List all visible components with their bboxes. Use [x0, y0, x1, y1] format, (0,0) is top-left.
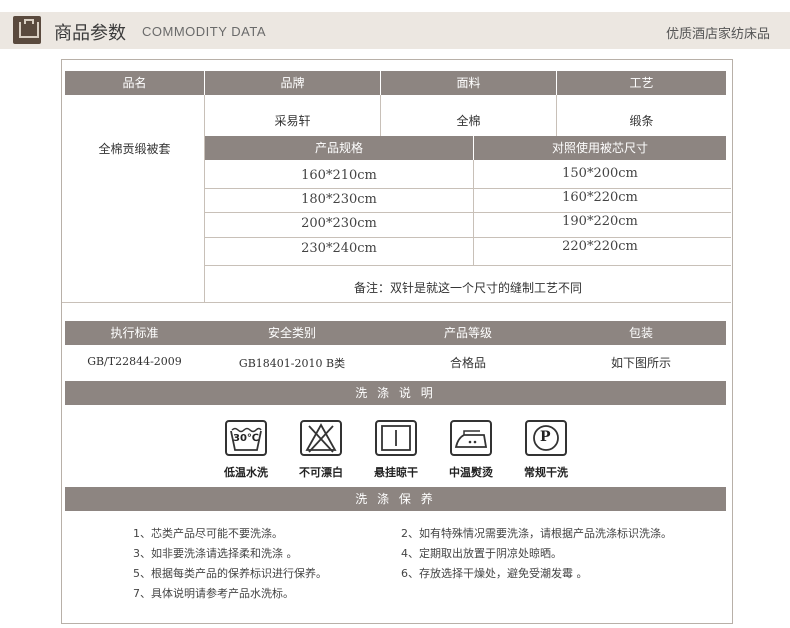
page-title: 商品参数: [54, 23, 126, 44]
icon-label: 低温水洗: [224, 466, 268, 479]
wash-temp-text: 30℃: [233, 433, 260, 444]
hang-dry-icon: [375, 420, 417, 456]
size-cell: 220*220cm: [562, 239, 638, 254]
dry-clean-letter: P: [540, 429, 551, 445]
product-name-value: 全棉贡缎被套: [98, 142, 171, 156]
divider: [205, 237, 731, 238]
standard-value: GB/T22844-2009: [87, 355, 182, 368]
size-cell: 180*230cm: [301, 192, 377, 207]
size-cell: 160*210cm: [301, 168, 377, 183]
icon-label: 常规干洗: [524, 466, 568, 479]
care-note: 3、如非要洗涤请选择柔和洗涤 。: [133, 547, 298, 560]
wash-section-title: 洗 涤 说 明: [65, 381, 726, 405]
fabric-value: 全棉: [456, 114, 481, 128]
header-safety: 安全类别: [204, 321, 380, 345]
care-section-title: 洗 涤 保 养: [65, 487, 726, 511]
header-fabric: 面料: [381, 71, 556, 95]
care-note: 5、根据每类产品的保养标识进行保养。: [133, 567, 327, 580]
icon-label: 悬挂晾干: [374, 466, 418, 479]
header-product-name: 品名: [65, 71, 204, 95]
header-tagline: 优质酒店家纺床品: [665, 27, 770, 42]
size-cell: 160*220cm: [562, 190, 638, 205]
size-cell: 230*240cm: [301, 241, 377, 256]
grade-value: 合格品: [449, 356, 486, 370]
wash-30-icon: 30℃: [225, 420, 267, 456]
header-product-size: 产品规格: [205, 136, 473, 160]
icon-label: 中温熨烫: [449, 466, 493, 479]
dry-clean-p-icon: P: [525, 420, 567, 456]
header-craft: 工艺: [557, 71, 726, 95]
brand-value: 采易轩: [274, 114, 311, 128]
size-cell: 200*230cm: [301, 216, 377, 231]
header-quilt-size: 对照使用被芯尺寸: [474, 136, 726, 160]
header-package: 包装: [556, 321, 726, 345]
divider: [205, 212, 731, 213]
icon-label: 不可漂白: [299, 466, 343, 479]
craft-value: 缎条: [629, 114, 654, 128]
size-cell: 150*200cm: [562, 166, 638, 181]
divider: [62, 302, 731, 303]
size-cell: 190*220cm: [562, 214, 638, 229]
header-brand: 品牌: [205, 71, 380, 95]
care-note: 4、定期取出放置于阴凉处晾晒。: [401, 547, 562, 560]
page-subtitle: COMMODITY DATA: [142, 24, 266, 39]
remark: 备注：双针是就这一个尺寸的缝制工艺不同: [353, 281, 582, 295]
package-value: 如下图所示: [610, 356, 671, 370]
care-note: 2、如有特殊情况需要洗涤，请根据产品洗涤标识洗涤。: [401, 527, 672, 540]
divider: [205, 265, 731, 266]
care-note: 7、具体说明请参考产品水洗标。: [133, 587, 294, 600]
header-grade: 产品等级: [380, 321, 556, 345]
care-note: 6、存放选择干燥处，避免受潮发霉 。: [401, 567, 588, 580]
safety-value: GB18401-2010 B类: [238, 357, 346, 370]
iron-medium-icon: [450, 420, 492, 456]
logo-icon: [13, 16, 41, 44]
divider: [205, 188, 731, 189]
care-note: 1、芯类产品尽可能不要洗涤。: [133, 527, 283, 540]
no-bleach-icon: [300, 420, 342, 456]
header-standard: 执行标准: [65, 321, 204, 345]
